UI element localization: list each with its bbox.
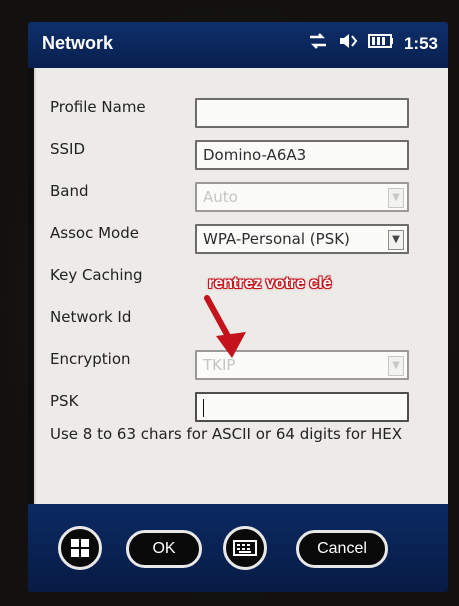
windows-start-button[interactable] — [58, 526, 102, 570]
connectivity-icon[interactable] — [308, 32, 328, 55]
chevron-down-icon[interactable]: ▼ — [388, 188, 404, 208]
windows-icon — [71, 539, 89, 557]
annotation-arrow-icon — [204, 295, 246, 358]
battery-icon[interactable] — [367, 33, 394, 54]
encryption-label: Encryption — [50, 350, 131, 368]
screen: Network 1:53 Profile Name SSID Domino-A6… — [28, 22, 448, 592]
keyboard-button[interactable] — [223, 526, 267, 570]
profile-name-field[interactable] — [195, 98, 409, 128]
psk-help-text: Use 8 to 63 chars for ASCII or 64 digits… — [50, 425, 402, 443]
ssid-field[interactable]: Domino-A6A3 — [195, 140, 409, 170]
profile-name-label: Profile Name — [50, 98, 146, 116]
ok-button[interactable]: OK — [126, 530, 202, 568]
network-id-label: Network Id — [50, 308, 132, 326]
status-icons: 1:53 — [308, 32, 438, 55]
psk-field[interactable] — [195, 392, 409, 422]
title-bar: Network 1:53 — [28, 22, 448, 68]
text-cursor — [203, 399, 204, 417]
chevron-down-icon[interactable]: ▼ — [388, 356, 404, 376]
annotation-label: rentrez votre clé — [208, 275, 332, 292]
assoc-mode-value: WPA-Personal (PSK) — [203, 230, 350, 248]
band-select[interactable]: Auto ▼ — [195, 182, 409, 212]
cancel-button[interactable]: Cancel — [296, 530, 388, 568]
ssid-label: SSID — [50, 140, 86, 158]
assoc-mode-select[interactable]: WPA-Personal (PSK) ▼ — [195, 224, 409, 254]
bottom-bar: OK Cancel — [28, 504, 448, 592]
band-label: Band — [50, 182, 89, 200]
chevron-down-icon[interactable]: ▼ — [388, 230, 404, 250]
device-frame: Network 1:53 Profile Name SSID Domino-A6… — [0, 0, 459, 606]
keyboard-icon — [233, 540, 257, 556]
ssid-value: Domino-A6A3 — [203, 146, 307, 164]
assoc-mode-label: Assoc Mode — [50, 224, 139, 242]
clock: 1:53 — [403, 33, 438, 53]
psk-label: PSK — [50, 392, 79, 410]
volume-icon[interactable] — [338, 32, 358, 55]
band-value: Auto — [203, 188, 238, 206]
window-title: Network — [42, 33, 114, 53]
key-caching-label: Key Caching — [50, 266, 143, 284]
